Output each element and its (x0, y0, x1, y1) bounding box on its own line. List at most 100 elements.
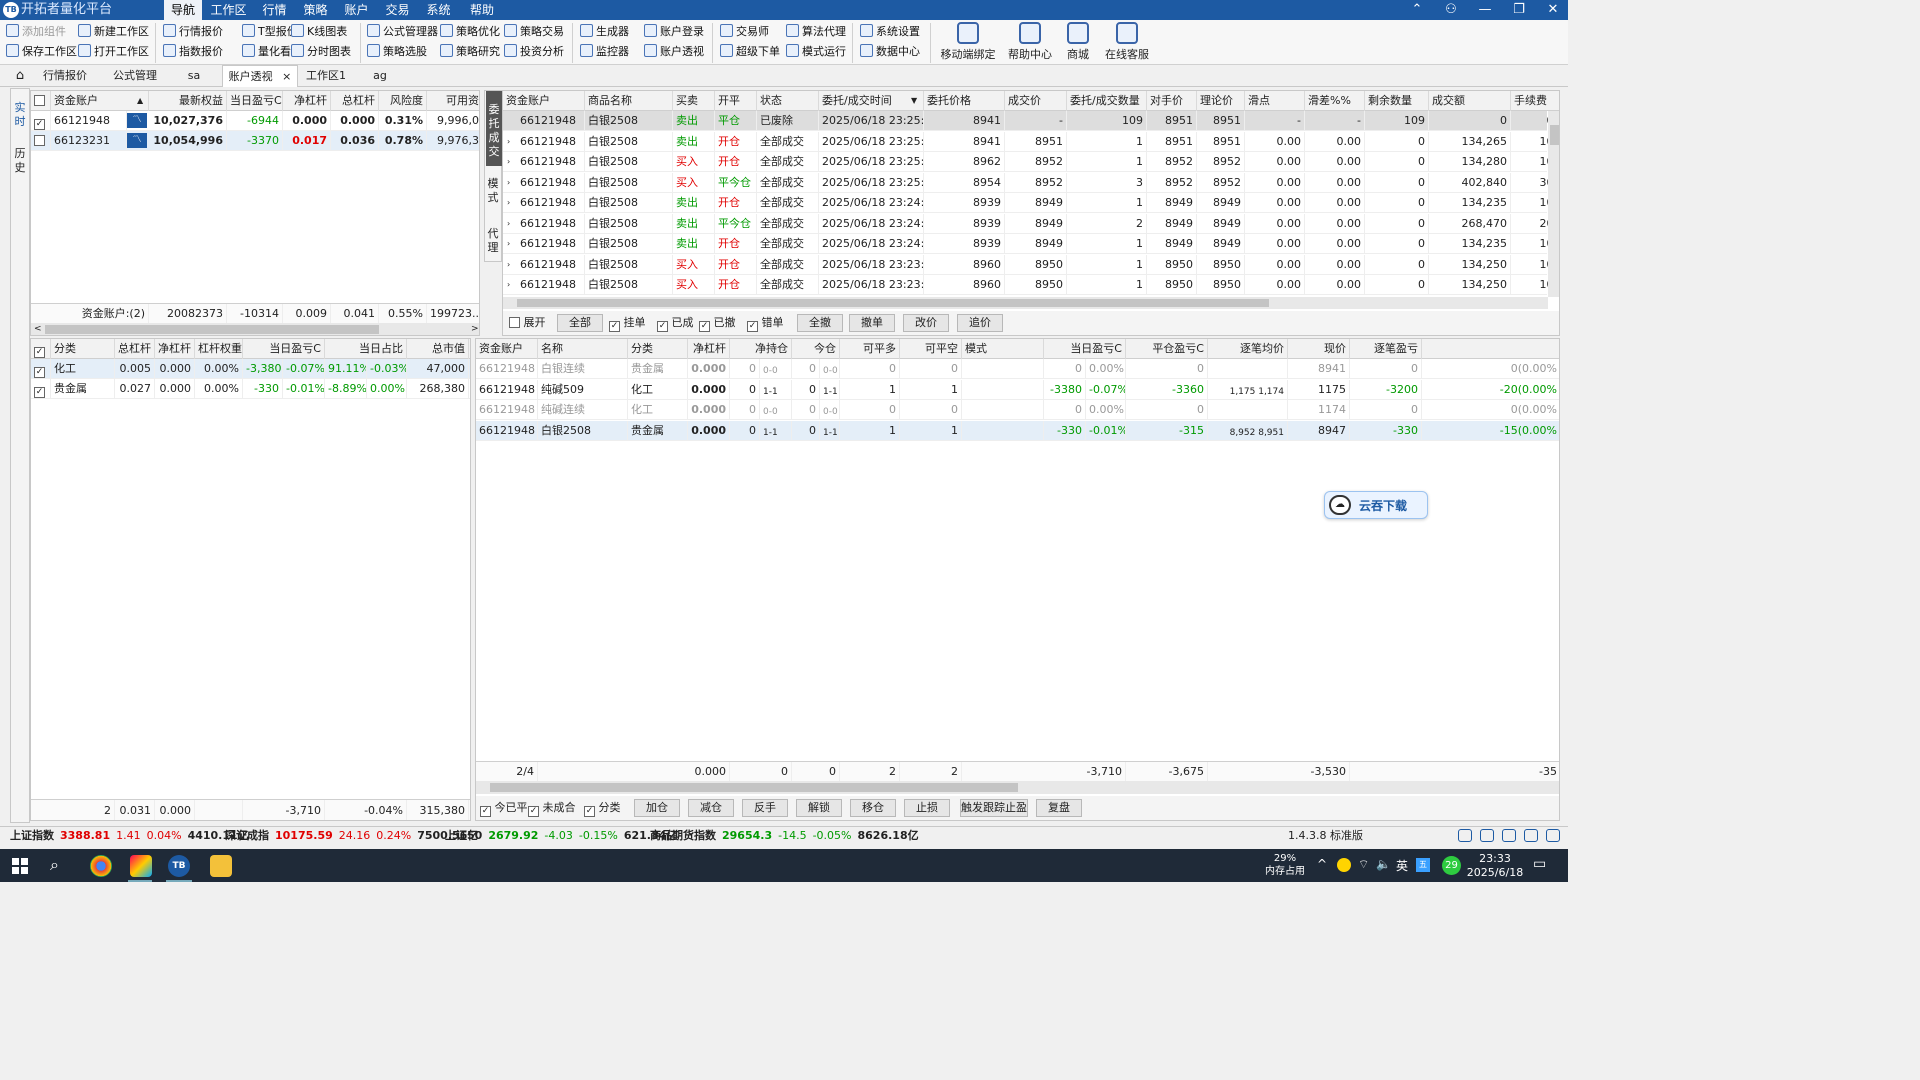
order-row[interactable]: › 66121948 白银2508 卖出 开仓 全部成交 2025/06/18 23:24:… (503, 234, 1557, 254)
order-button-1[interactable]: 全撤 (797, 314, 843, 332)
tab-orders-trades[interactable]: 委托成交 (486, 91, 502, 166)
column-header[interactable]: 可用资 (427, 91, 479, 111)
ribbon-big-0[interactable]: 移动端绑定 (938, 22, 998, 62)
scroll-right-icon[interactable]: > (471, 323, 479, 335)
column-header[interactable]: 净杠杆 (283, 91, 331, 111)
category-row[interactable]: ✓ 贵金属 0.027 0.000 0.00% -330 -0.01% -8.89% 0.00%… (31, 379, 470, 399)
column-header[interactable]: 资金账户 (51, 91, 149, 111)
tab-realtime[interactable]: 实时 (13, 101, 27, 129)
position-button-3[interactable]: 解锁 (796, 799, 842, 817)
column-header[interactable]: 商品名称 (585, 91, 673, 111)
order-button-4[interactable]: 追价 (957, 314, 1003, 332)
check-3[interactable]: ✓ 已撤 (699, 315, 736, 332)
sort-down-icon[interactable]: ▼ (911, 91, 917, 111)
index-ticker[interactable]: 商品期货指数 29654.3 -14.5 -0.05% 8626.18亿 (650, 827, 925, 844)
position-button-2[interactable]: 反手 (742, 799, 788, 817)
index-ticker[interactable]: 上证指数 3388.81 1.41 0.04% 4410.11亿 (10, 827, 255, 844)
column-header[interactable]: 总杠杆 (331, 91, 379, 111)
column-header[interactable]: 分类 (628, 339, 688, 359)
expand-icon[interactable]: › (507, 132, 510, 152)
ribbon-g2-3[interactable]: 指数报价 (163, 42, 223, 62)
tab-1[interactable]: 公式管理 (104, 65, 166, 87)
user-icon[interactable] (1480, 829, 1494, 842)
column-header[interactable]: 名称 (538, 339, 628, 359)
order-row[interactable]: › 66121948 白银2508 卖出 开仓 全部成交 2025/06/18 23:24:… (503, 193, 1557, 213)
position-button-0[interactable]: 加仓 (634, 799, 680, 817)
column-header[interactable]: 最新权益 (149, 91, 227, 111)
column-header[interactable]: 今仓 (792, 339, 840, 359)
order-row[interactable]: 66121948白银2508卖出平仓已废除2025/06/18 23:25:41… (503, 111, 1557, 131)
menu-5[interactable]: 交易 (379, 0, 416, 20)
column-header[interactable]: 总杠杆 (115, 339, 155, 359)
column-header[interactable]: 状态 (757, 91, 819, 111)
column-header[interactable]: 成交额 (1429, 91, 1511, 111)
chart-icon[interactable]: 〽 (127, 113, 147, 128)
scrollbar-thumb[interactable] (1550, 125, 1559, 145)
close-button[interactable]: ✕ (1536, 0, 1570, 20)
sort-up-icon[interactable]: ▲ (137, 91, 143, 111)
chevron-up-icon[interactable]: ^ (1317, 857, 1327, 871)
ribbon-g3-0[interactable]: 公式管理器 (367, 22, 438, 42)
expand-icon[interactable]: › (507, 152, 510, 172)
column-header[interactable]: 手续费 (1511, 91, 1559, 111)
search-icon[interactable]: ⌕ (50, 855, 59, 875)
notification-badge[interactable]: 29 (1442, 856, 1461, 875)
expand-icon[interactable]: › (507, 275, 510, 295)
user-add-icon[interactable] (1502, 829, 1516, 842)
tab-mode[interactable]: 模式 (486, 177, 500, 205)
ime-indicator[interactable]: 英 (1396, 857, 1408, 874)
minimize-button[interactable]: — (1468, 0, 1502, 20)
column-header[interactable]: 逐笔盈亏 (1350, 339, 1422, 359)
checkbox[interactable]: ✓ (609, 321, 620, 332)
order-button-3[interactable]: 改价 (903, 314, 949, 332)
check-4[interactable]: ✓ 错单 (747, 315, 784, 332)
windows-start-icon[interactable] (12, 858, 28, 874)
volume-icon[interactable]: 🔈 (1376, 857, 1391, 871)
position-button-4[interactable]: 移仓 (850, 799, 896, 817)
list-icon[interactable] (1458, 829, 1472, 842)
scrollbar-thumb[interactable] (517, 299, 1269, 307)
checkbox[interactable] (509, 317, 520, 328)
column-header[interactable]: 风险度 (379, 91, 427, 111)
checkbox[interactable]: ✓ (657, 321, 668, 332)
row-checkbox[interactable]: ✓ (31, 359, 51, 379)
column-header[interactable]: 成交价 (1005, 91, 1067, 111)
position-row[interactable]: 66121948 纯碱509 化工 0.000 0 1-1 0 1-1 1 1 -3380 -0.07… (476, 379, 1559, 400)
order-row[interactable]: › 66121948 白银2508 卖出 开仓 全部成交 2025/06/18 23:25:… (503, 131, 1557, 152)
position-button-6[interactable]: 触发跟踪止盈 (960, 799, 1028, 817)
column-header[interactable]: 净杠杆 (155, 339, 195, 359)
check-2[interactable]: ✓ 分类 (584, 800, 621, 817)
column-header[interactable]: 当日盈亏C (243, 339, 325, 359)
ribbon-g3-1[interactable]: 策略优化 (440, 22, 500, 42)
ribbon-g2-0[interactable]: 行情报价 (163, 22, 223, 42)
expand-icon[interactable]: › (507, 173, 510, 193)
tab-history[interactable]: 历史 (13, 147, 27, 175)
index-ticker[interactable]: 上证50 2679.92 -4.03 -0.15% 621.34亿 (445, 827, 683, 844)
ribbon-g5-2[interactable]: 超级下单 (720, 42, 780, 62)
input-method-icon[interactable]: 五 (1416, 858, 1430, 872)
column-header[interactable]: 分类 (51, 339, 115, 359)
ribbon-g6-0[interactable]: 系统设置 (860, 22, 920, 42)
clock[interactable]: 23:33 2025/6/18 (1466, 852, 1524, 880)
ribbon-g1-2[interactable]: 保存工作区 (6, 42, 77, 62)
folder-icon[interactable] (210, 855, 232, 877)
ribbon-g3-2[interactable]: 策略交易 (504, 22, 564, 42)
order-row[interactable]: › 66121948 白银2508 卖出 平今仓 全部成交 2025/06/18 23:24… (503, 213, 1557, 234)
column-header[interactable]: 滑差%% (1305, 91, 1365, 111)
select-all-checkbox[interactable] (31, 91, 51, 111)
scroll-left-icon[interactable]: < (34, 323, 42, 335)
menu-2[interactable]: 行情 (256, 0, 293, 20)
tb-app-icon[interactable]: TB (168, 855, 190, 877)
chart-icon[interactable]: 〽 (127, 133, 147, 148)
horizontal-scrollbar[interactable]: < > (31, 323, 479, 335)
column-header[interactable]: 现价 (1288, 339, 1350, 359)
ribbon-g3-3[interactable]: 策略选股 (367, 42, 427, 62)
column-header[interactable]: 可平多 (840, 339, 900, 359)
expand-icon[interactable]: › (507, 234, 510, 254)
ribbon-g4-0[interactable]: 生成器 (580, 22, 629, 42)
category-row[interactable]: ✓ 化工 0.005 0.000 0.00% -3,380 -0.07% 91.11% -0.0… (31, 359, 470, 379)
ribbon-g1-3[interactable]: 打开工作区 (78, 42, 149, 62)
column-header[interactable]: 资金账户 (476, 339, 538, 359)
app-icon[interactable] (130, 855, 152, 877)
ribbon-g5-0[interactable]: 交易师 (720, 22, 769, 42)
